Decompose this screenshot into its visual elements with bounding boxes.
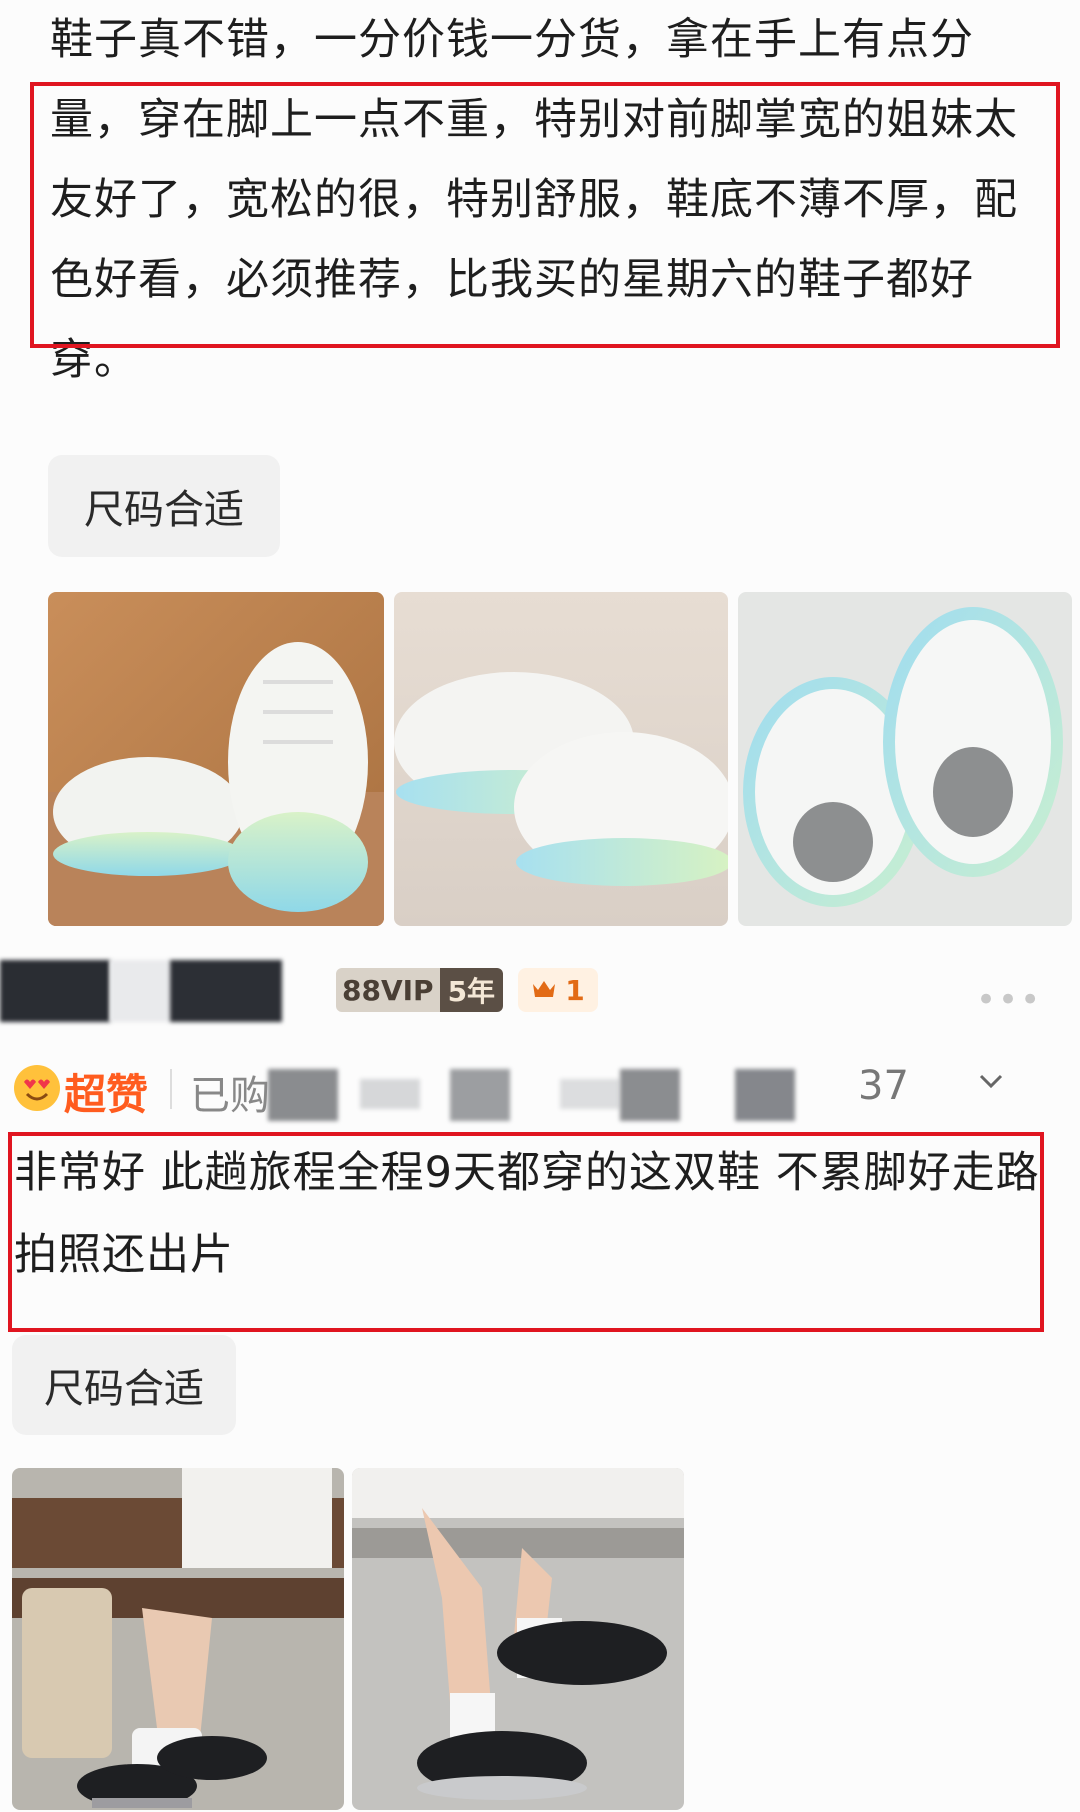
more-options-icon[interactable]: ••• [976,980,1042,1020]
sku-blur-1 [268,1069,338,1121]
review-text-1: 鞋子真不错，一分价钱一分货，拿在手上有点分量，穿在脚上一点不重，特别对前脚掌宽的… [50,15,1018,385]
sku-blur-4 [560,1079,620,1109]
vip-label: 88VIP [336,968,440,1012]
rating-row: 超赞 已购 37 [0,1055,1080,1125]
reviewer-row: 88VIP 5年 1 ••• [0,960,1080,1030]
username-blur-2 [170,960,282,1022]
crown-icon [531,974,557,1007]
review-photo-3[interactable] [738,592,1072,926]
purchased-prefix: 已购 [190,1073,270,1119]
review-text-2: 非常好 此趟旅程全程9天都穿的这双鞋 不累脚好走路 拍照还出片 [14,1148,1040,1280]
size-fit-tag[interactable]: 尺码合适 [48,455,280,557]
sku-blur-3 [450,1069,510,1121]
review-photo-4[interactable] [12,1468,344,1810]
like-count[interactable]: 37 [858,1063,909,1109]
sku-blur-6 [735,1069,795,1121]
avatar[interactable] [0,960,110,1022]
review-photo-2[interactable] [394,592,728,926]
username-blur-1 [110,960,170,1022]
review-photo-5[interactable] [352,1468,684,1810]
vip-badge: 88VIP 5年 [336,968,504,1012]
vip-years: 5年 [439,968,504,1012]
crown-badge: 1 [518,968,598,1012]
heart-eyes-icon [14,1065,60,1111]
sku-blur-5 [620,1069,680,1121]
crown-count: 1 [565,973,585,1007]
chevron-down-icon[interactable] [976,1065,1006,1105]
size-fit-tag-2[interactable]: 尺码合适 [12,1335,236,1435]
sku-blur-2 [360,1079,420,1109]
rating-label: 超赞 [64,1070,149,1119]
review-photo-1[interactable] [48,592,384,926]
divider [170,1069,172,1109]
